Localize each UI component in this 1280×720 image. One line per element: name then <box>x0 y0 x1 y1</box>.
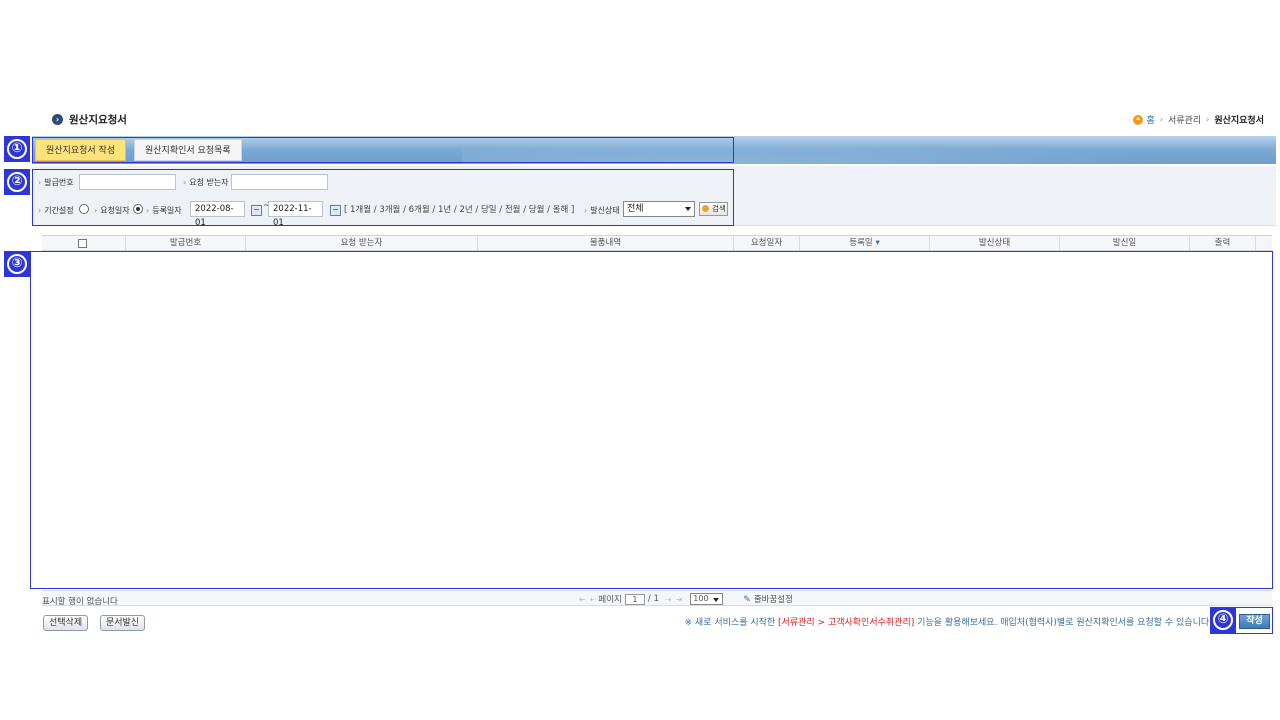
chevron-right-icon: › <box>52 113 63 125</box>
delete-selected-button[interactable]: 선택삭제 <box>43 615 89 631</box>
wrap-setting-label: 줄바꿈설정 <box>753 595 793 605</box>
column-header[interactable]: 발신상태 <box>930 236 1060 250</box>
page-size-select[interactable]: 100 <box>690 593 724 605</box>
page-label: 페이지 <box>598 595 622 605</box>
notice-prefix: ※ 새로 서비스를 시작한 <box>684 618 779 628</box>
column-header[interactable]: 발급번호 <box>126 236 246 250</box>
breadcrumb-section[interactable]: 서류관리 <box>1168 113 1201 126</box>
annotation-badge-1: ① <box>4 136 30 162</box>
column-header[interactable]: 물품내역 <box>478 236 734 250</box>
send-document-button[interactable]: 문서발신 <box>100 615 146 631</box>
next-page-icon[interactable]: ⇢ <box>665 595 672 604</box>
first-page-icon[interactable]: ⇤ <box>579 595 586 604</box>
pager: ⇤ ⇠ 페이지 1 / 1 ⇢ ⇥ 100 ✎ 줄바꿈설정 <box>577 593 793 605</box>
breadcrumb-home[interactable]: 홈 <box>1147 113 1155 126</box>
column-header[interactable]: 요청일자 <box>734 236 800 250</box>
prev-page-icon[interactable]: ⇠ <box>590 595 597 604</box>
notice-suffix: 기능을 활용해보세요. 매입처(협력사)별로 원산지확인서를 요청할 수 있습니… <box>914 618 1212 628</box>
notice-highlight[interactable]: [서류관리 > 고객사확인서수취관리] <box>778 618 914 628</box>
page-input[interactable]: 1 <box>624 593 645 605</box>
column-header[interactable]: 출력 <box>1190 236 1256 250</box>
annotation-badge-4: ④ <box>1210 607 1236 633</box>
select-all-checkbox[interactable] <box>78 239 87 248</box>
column-header-sorted[interactable]: 등록일 ▾ <box>800 236 930 250</box>
pin-icon: ✎ <box>743 595 751 605</box>
notice-text: ※ 새로 서비스를 시작한 [서류관리 > 고객사확인서수취관리] 기능을 활용… <box>685 615 1212 628</box>
breadcrumb-current: 원산지요청서 <box>1214 116 1264 126</box>
annotation-box-3 <box>30 251 1273 589</box>
wrap-setting-link[interactable]: ✎ 줄바꿈설정 <box>743 593 793 605</box>
home-icon[interactable] <box>1132 114 1143 125</box>
grid-footer: 표시할 행이 없습니다 ⇤ ⇠ 페이지 1 / 1 ⇢ ⇥ 100 ✎ 줄바꿈설정 <box>42 590 1272 607</box>
breadcrumb: 홈 › 서류관리 › 원산지요청서 <box>1132 113 1264 126</box>
column-header-label: 등록일 <box>849 238 873 248</box>
annotation-badge-2: ② <box>4 169 30 195</box>
annotation-box-1 <box>32 137 734 163</box>
empty-message: 표시할 행이 없습니다 <box>42 597 118 607</box>
breadcrumb-separator: › <box>1206 115 1210 124</box>
sort-arrow-icon: ▾ <box>875 238 880 248</box>
grid-header: 발급번호 요청 받는자 물품내역 요청일자 등록일 ▾ 발신상태 발신일 출력 <box>42 235 1272 251</box>
page-title: 원산지요청서 <box>69 113 127 126</box>
annotation-badge-3: ③ <box>4 251 30 277</box>
column-header[interactable]: 발신일 <box>1060 236 1190 250</box>
page-total: / 1 <box>647 594 659 604</box>
breadcrumb-separator: › <box>1159 115 1163 124</box>
last-page-icon[interactable]: ⇥ <box>676 595 683 604</box>
annotation-box-2 <box>32 169 734 226</box>
page-title-row: › 원산지요청서 <box>52 112 127 126</box>
column-header[interactable]: 요청 받는자 <box>246 236 478 250</box>
